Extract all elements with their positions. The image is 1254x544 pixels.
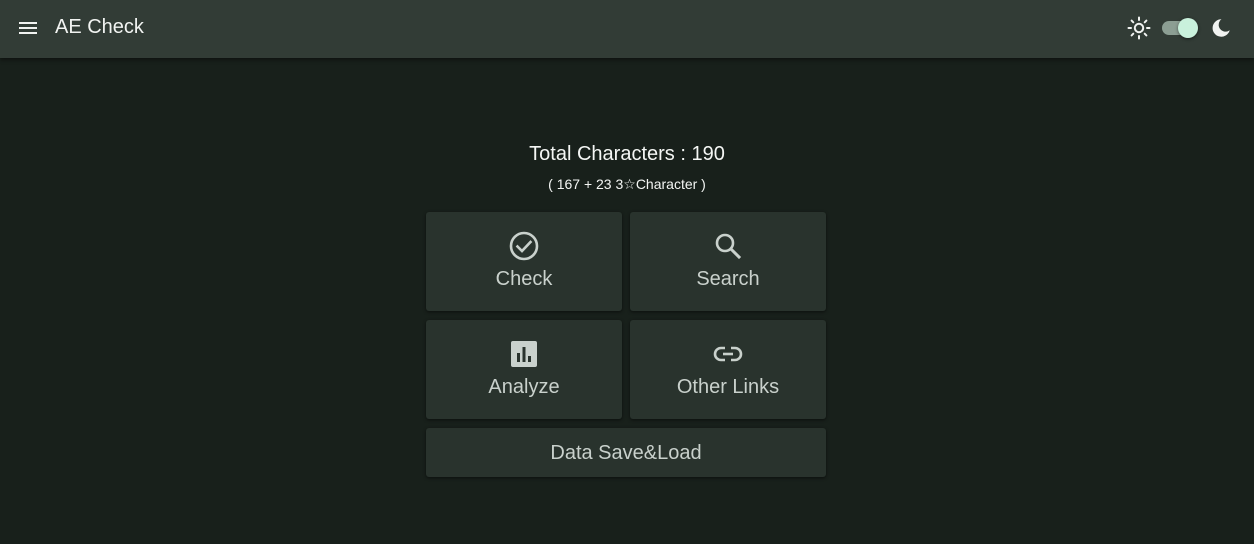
theme-switcher [1126,13,1234,43]
search-button[interactable]: Search [630,212,826,311]
check-circle-icon [426,230,622,262]
moon-icon [1208,15,1234,41]
toggle-thumb [1178,18,1198,38]
menu-button[interactable] [14,14,42,42]
character-breakdown: ( 167 + 23 3☆Character ) [548,176,706,192]
data-save-load-button[interactable]: Data Save&Load [426,428,826,477]
hamburger-menu-icon [19,22,37,34]
app-bar: AE Check [0,0,1254,58]
total-characters-label: Total Characters : 190 [529,143,725,165]
bar-chart-icon [426,338,622,370]
other-links-label: Other Links [676,376,780,398]
search-label: Search [696,268,760,290]
app-title: AE Check [55,16,144,38]
check-label: Check [495,268,553,290]
dark-mode-toggle[interactable] [1160,13,1200,43]
other-links-button[interactable]: Other Links [630,320,826,419]
analyze-button[interactable]: Analyze [426,320,622,419]
data-save-load-label: Data Save&Load [550,442,702,464]
link-icon [630,338,826,370]
analyze-label: Analyze [488,376,560,398]
magnifier-icon [630,230,826,262]
sun-icon [1126,15,1152,41]
check-button[interactable]: Check [426,212,622,311]
